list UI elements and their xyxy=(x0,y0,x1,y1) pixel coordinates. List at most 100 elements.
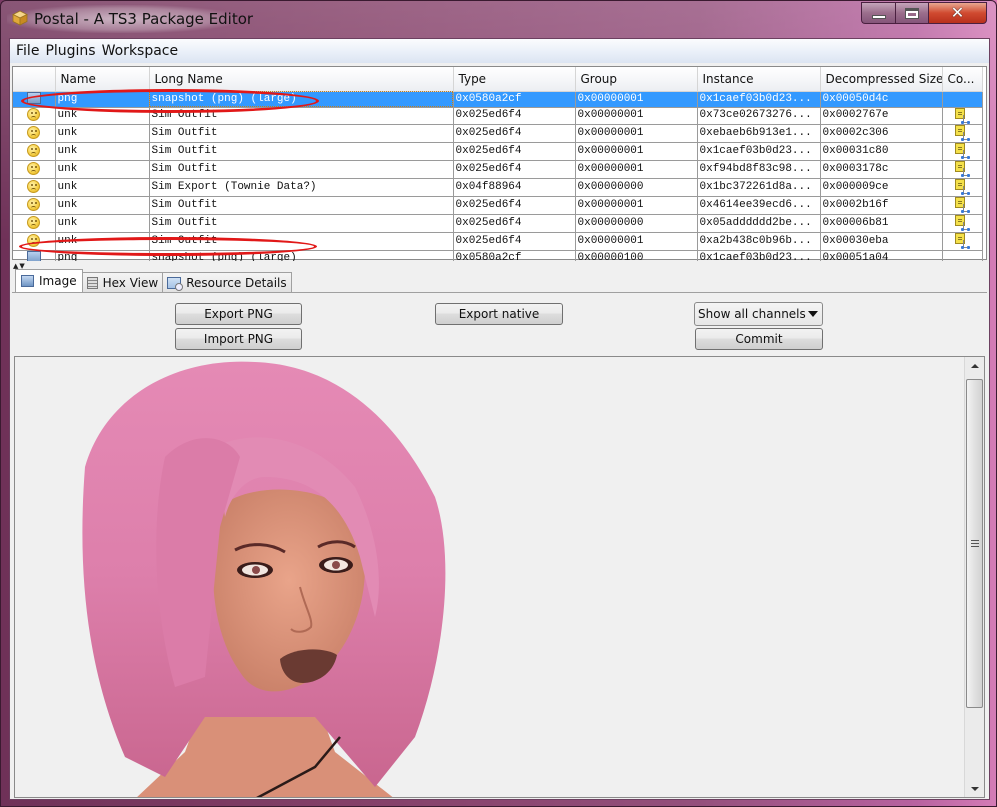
cell-compressed xyxy=(942,214,983,233)
compressed-document-icon xyxy=(954,232,970,249)
resource-table: Name Long Name Type Group Instance Decom… xyxy=(13,67,983,267)
cell-compressed xyxy=(942,178,983,198)
cell-decompressed-size: 0x00031c80 xyxy=(820,142,943,162)
table-row[interactable]: unk Sim Outfit 0x025ed6f4 0x00000001 0xebaeb… xyxy=(13,124,983,144)
tab-resource-details[interactable]: Resource Details xyxy=(162,272,292,292)
window-controls: ✕ xyxy=(861,2,987,24)
maximize-button[interactable] xyxy=(895,2,928,24)
commit-button[interactable]: Commit xyxy=(695,328,823,350)
cell-icon xyxy=(13,124,56,144)
title-bar[interactable]: Postal - A TS3 Package Editor ✕ xyxy=(1,1,997,37)
cell-decompressed-size: 0x0002767e xyxy=(820,107,943,126)
table-row[interactable]: unk Sim Outfit 0x025ed6f4 0x00000001 0x4614e… xyxy=(13,196,983,215)
compressed-document-icon xyxy=(954,161,970,178)
column-header-compressed[interactable]: Co... xyxy=(942,67,983,92)
cell-instance: 0x1caef03b0d23... xyxy=(697,142,821,162)
table-row[interactable]: unk Sim Outfit 0x025ed6f4 0x00000001 0x73ce0… xyxy=(13,107,983,126)
scrollbar-thumb[interactable] xyxy=(966,379,983,708)
cell-type: 0x025ed6f4 xyxy=(453,107,576,126)
menu-workspace[interactable]: Workspace xyxy=(99,43,182,59)
menu-file[interactable]: File xyxy=(13,43,42,59)
cell-type: 0x0580a2cf xyxy=(453,91,576,108)
sim-portrait-image xyxy=(82,361,446,797)
arrow-down-icon xyxy=(970,786,979,791)
cell-instance: 0x1caef03b0d23... xyxy=(697,91,821,108)
cell-decompressed-size: 0x00006b81 xyxy=(820,214,943,233)
cell-long-name: Sim Outfit xyxy=(149,232,454,251)
cell-name: unk xyxy=(55,142,150,162)
cell-group: 0x00000001 xyxy=(575,196,698,215)
scroll-down-button[interactable] xyxy=(965,780,984,797)
table-row[interactable]: unk Sim Outfit 0x025ed6f4 0x00000001 0xf94bd… xyxy=(13,160,983,180)
table-row[interactable]: png snapshot (png) (large) 0x0580a2cf 0x000… xyxy=(13,91,983,108)
export-png-button[interactable]: Export PNG xyxy=(175,303,302,325)
grip-icon xyxy=(971,540,979,547)
image-tab-panel: Export PNG Import PNG Export native Show… xyxy=(12,292,987,799)
column-header-group[interactable]: Group xyxy=(575,67,698,92)
cell-icon xyxy=(13,214,56,233)
cell-name: unk xyxy=(55,107,150,126)
table-row[interactable]: unk Sim Outfit 0x025ed6f4 0x00000001 0xa2b43… xyxy=(13,232,983,251)
cell-decompressed-size: 0x00030eba xyxy=(820,232,943,251)
cell-long-name: Sim Outfit xyxy=(149,160,454,180)
cell-name: unk xyxy=(55,160,150,180)
tab-label: Hex View xyxy=(102,275,159,290)
column-header-long-name[interactable]: Long Name xyxy=(149,67,454,92)
cell-instance: 0xa2b438c0b96b... xyxy=(697,232,821,251)
cell-group: 0x00000001 xyxy=(575,160,698,180)
cell-long-name: Sim Outfit xyxy=(149,107,454,126)
close-button[interactable]: ✕ xyxy=(928,2,987,24)
cell-type: 0x025ed6f4 xyxy=(453,214,576,233)
column-header-icon[interactable] xyxy=(13,67,56,92)
package-box-icon xyxy=(12,10,28,26)
import-png-button[interactable]: Import PNG xyxy=(175,328,302,350)
tab-label: Resource Details xyxy=(186,275,287,290)
cell-icon xyxy=(13,107,56,126)
compressed-document-icon xyxy=(954,179,970,196)
unknown-sad-icon xyxy=(27,179,41,193)
cell-decompressed-size: 0x00050d4c xyxy=(820,91,943,108)
channels-select[interactable]: Show all channels xyxy=(694,302,823,326)
column-header-name[interactable]: Name xyxy=(55,67,150,92)
cell-compressed xyxy=(942,124,983,144)
window-title: Postal - A TS3 Package Editor xyxy=(34,10,254,28)
cell-long-name: Sim Export (Townie Data?) xyxy=(149,178,454,198)
tab-bar: Image Hex View Resource Details xyxy=(15,269,292,292)
cell-compressed xyxy=(942,142,983,162)
cell-decompressed-size: 0x0002b16f xyxy=(820,196,943,215)
cell-long-name: Sim Outfit xyxy=(149,196,454,215)
cell-group: 0x00000000 xyxy=(575,214,698,233)
compressed-document-icon xyxy=(954,214,970,231)
cell-group: 0x00000001 xyxy=(575,124,698,144)
export-native-button[interactable]: Export native xyxy=(435,303,563,325)
cell-type: 0x025ed6f4 xyxy=(453,196,576,215)
table-row[interactable]: unk Sim Export (Townie Data?) 0x04f88964 0x… xyxy=(13,178,983,198)
maximize-icon xyxy=(905,7,919,19)
close-icon: ✕ xyxy=(950,3,965,22)
tab-hex-view[interactable]: Hex View xyxy=(81,272,164,292)
cell-decompressed-size: 0x000009ce xyxy=(820,178,943,198)
cell-compressed xyxy=(942,160,983,180)
menu-plugins[interactable]: Plugins xyxy=(42,43,98,59)
cell-decompressed-size: 0x0003178c xyxy=(820,160,943,180)
column-header-type[interactable]: Type xyxy=(453,67,576,92)
column-header-instance[interactable]: Instance xyxy=(697,67,821,92)
scroll-up-button[interactable] xyxy=(965,357,984,374)
table-body: png snapshot (png) (large) 0x0580a2cf 0x000… xyxy=(13,91,983,267)
cell-group: 0x00000001 xyxy=(575,107,698,126)
compressed-document-icon xyxy=(954,125,970,142)
cell-instance: 0xf94bd8f83c98... xyxy=(697,160,821,180)
table-row[interactable]: unk Sim Outfit 0x025ed6f4 0x00000001 0x1caef… xyxy=(13,142,983,162)
column-header-decompressed-size[interactable]: Decompressed Size xyxy=(820,67,943,92)
cell-compressed xyxy=(942,232,983,251)
tab-image[interactable]: Image xyxy=(15,269,83,292)
split-pane-divider[interactable] xyxy=(10,261,989,267)
cell-group: 0x00000000 xyxy=(575,178,698,198)
unknown-sad-icon xyxy=(27,197,41,211)
unknown-sad-icon xyxy=(27,215,41,229)
minimize-button[interactable] xyxy=(861,2,895,24)
dropdown-arrow-icon xyxy=(808,311,818,317)
image-vertical-scrollbar[interactable] xyxy=(964,357,984,797)
menu-bar: File Plugins Workspace xyxy=(10,39,989,63)
table-row[interactable]: unk Sim Outfit 0x025ed6f4 0x00000000 0x05add… xyxy=(13,214,983,233)
